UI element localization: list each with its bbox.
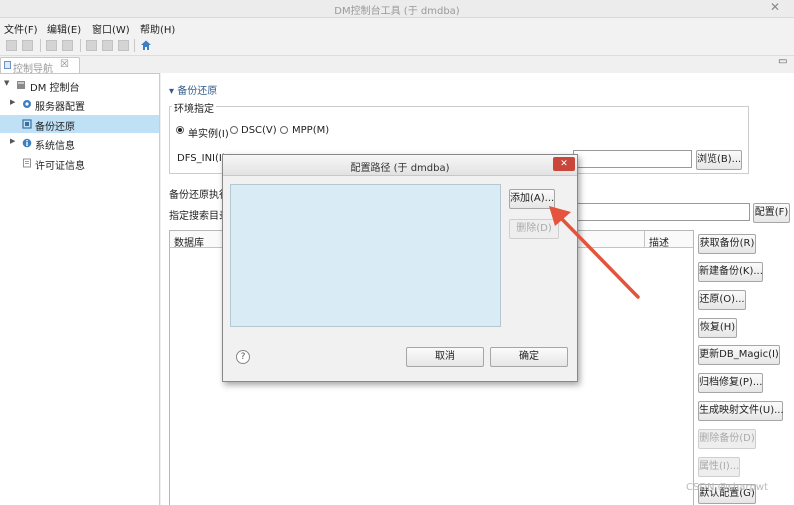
toolbar-separator [80, 39, 81, 52]
tree-item-label: 系统信息 [35, 141, 75, 152]
save-icon[interactable] [6, 40, 17, 51]
help-icon[interactable]: ? [236, 350, 250, 364]
column-header-description[interactable]: 描述 [649, 234, 669, 249]
radio-single-instance[interactable] [176, 126, 184, 134]
dialog-titlebar[interactable]: 配置路径 (于 dmdba) ✕ [223, 155, 577, 176]
search-dir-label: 指定搜索目录 [169, 211, 229, 222]
radio-single-instance-label[interactable]: 单实例(I) [188, 125, 229, 140]
collapse-arrow-icon[interactable]: ▶ [10, 137, 15, 145]
backup-icon [22, 119, 32, 129]
new-backup-button[interactable]: 新建备份(K)... [698, 262, 763, 282]
save-all-icon[interactable] [22, 40, 33, 51]
tree-item-label: 许可证信息 [35, 161, 85, 172]
section-title: 备份还原 [177, 86, 218, 97]
watermark: CSDN @sharpwt [686, 482, 768, 493]
tree-item-dm-console[interactable]: ▼ DM 控制台 [0, 76, 160, 94]
gear-icon [23, 100, 31, 108]
dfs-ini-input[interactable] [573, 150, 692, 168]
forward-icon[interactable] [62, 40, 73, 51]
menu-edit[interactable]: 编辑(E) [47, 21, 81, 36]
dialog-close-icon[interactable]: ✕ [553, 157, 575, 171]
browse-button[interactable]: 浏览(B)... [696, 150, 742, 170]
tree-item-label: 备份还原 [35, 122, 75, 133]
annotation-arrow-icon [549, 206, 640, 299]
restore-button[interactable]: 还原(O)... [698, 290, 746, 310]
tree-item-label: 服务器配置 [35, 102, 85, 113]
window-close-icon[interactable]: ✕ [770, 0, 780, 14]
generate-map-file-button[interactable]: 生成映射文件(U)... [698, 401, 784, 421]
config-path-button[interactable]: 配置(F) [753, 203, 790, 223]
radio-dsc[interactable] [230, 126, 238, 134]
recover-button[interactable]: 恢复(H) [698, 318, 737, 338]
radio-dsc-label[interactable]: DSC(V) [241, 125, 277, 136]
ok-button[interactable]: 确定 [490, 347, 568, 367]
environment-group-label: 环境指定 [172, 100, 216, 115]
radio-mpp[interactable] [280, 126, 288, 134]
home-icon[interactable] [140, 39, 152, 51]
tree-item-license-info[interactable]: 许可证信息 [0, 154, 160, 172]
menu-window[interactable]: 窗口(W) [92, 21, 130, 36]
license-icon [23, 158, 31, 168]
back-icon[interactable] [46, 40, 57, 51]
cut-icon[interactable] [86, 40, 97, 51]
menu-file[interactable]: 文件(F) [4, 21, 38, 36]
backup-path-label: 备份还原执行 [169, 190, 229, 201]
collapse-arrow-icon[interactable]: ▶ [10, 98, 15, 106]
update-db-magic-button[interactable]: 更新DB_Magic(I) [698, 345, 780, 365]
fetch-backup-button[interactable]: 获取备份(R) [698, 234, 756, 254]
copy-icon[interactable] [102, 40, 113, 51]
window-titlebar: DM控制台工具 (于 dmdba) ✕ [0, 0, 794, 18]
tree-item-system-info[interactable]: ▶ 系统信息 [0, 134, 160, 152]
toolbar-separator [134, 39, 135, 52]
toolbar-separator [40, 39, 41, 52]
minimize-icon[interactable]: ▭ [778, 56, 794, 70]
cancel-button[interactable]: 取消 [406, 347, 484, 367]
section-header[interactable]: ▾ 备份还原 [169, 82, 217, 97]
navigator-icon [4, 61, 11, 69]
dialog-title: 配置路径 (于 dmdba) [350, 163, 450, 174]
window-title: DM控制台工具 (于 dmdba) [334, 6, 460, 17]
tab-control-navigator[interactable]: 控制导航 ☒ [0, 57, 80, 75]
delete-backup-button[interactable]: 删除备份(D) [698, 429, 756, 449]
properties-button[interactable]: 属性(I)... [698, 457, 740, 477]
radio-mpp-label[interactable]: MPP(M) [292, 125, 329, 136]
tree-item-label: DM 控制台 [30, 83, 80, 94]
paste-icon[interactable] [118, 40, 129, 51]
toolbar [0, 36, 794, 56]
dfs-ini-label: DFS_INI(I) [177, 153, 226, 164]
column-header-database[interactable]: 数据库 [174, 234, 204, 249]
menu-bar: 文件(F) 编辑(E) 窗口(W) 帮助(H) [0, 18, 794, 36]
menu-help[interactable]: 帮助(H) [140, 21, 175, 36]
tree-item-server-config[interactable]: ▶ 服务器配置 [0, 95, 160, 113]
archive-repair-button[interactable]: 归档修复(P)... [698, 373, 763, 393]
navigation-tree: ▼ DM 控制台 ▶ 服务器配置 备份还原 ▶ 系统信息 许可证信息 [0, 73, 160, 505]
section-collapse-icon[interactable]: ▾ [169, 86, 174, 97]
expand-arrow-icon[interactable]: ▼ [4, 79, 9, 87]
close-tab-icon[interactable]: ☒ [60, 59, 69, 70]
config-path-dialog: 配置路径 (于 dmdba) ✕ 添加(A)... 删除(D) ? 取消 确定 [222, 154, 578, 382]
path-list[interactable] [230, 184, 501, 327]
tree-item-backup-restore[interactable]: 备份还原 [0, 115, 159, 133]
database-icon [17, 81, 25, 89]
info-icon [22, 138, 32, 148]
